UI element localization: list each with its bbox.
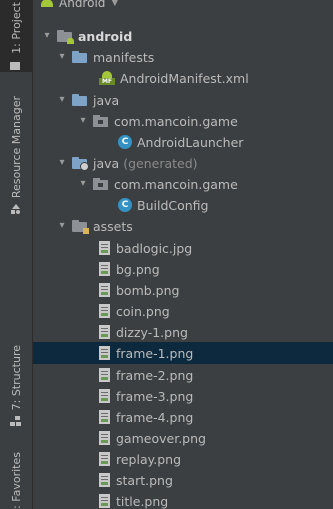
assets-folder-icon bbox=[72, 219, 89, 234]
tree-node-label: android bbox=[78, 28, 133, 44]
tree-node-java[interactable]: ▾ java bbox=[33, 89, 333, 111]
tree-node-file[interactable]: start.png bbox=[33, 469, 333, 491]
chevron-down-icon[interactable]: ▾ bbox=[56, 220, 68, 232]
module-folder-icon bbox=[57, 29, 74, 44]
image-file-icon bbox=[99, 494, 110, 508]
project-view-selector[interactable]: Android ▼ bbox=[33, 0, 118, 13]
tool-window-stripe: 1: Project Resource Manager 7: Structure… bbox=[0, 0, 33, 509]
tree-node-java-generated[interactable]: ▾ java (generated) bbox=[33, 152, 333, 174]
image-file-icon bbox=[99, 410, 110, 424]
chevron-down-icon: ▼ bbox=[111, 0, 119, 8]
shapes-icon bbox=[10, 204, 22, 216]
chevron-down-icon[interactable]: ▾ bbox=[56, 51, 68, 63]
manifest-file-icon: MF bbox=[99, 71, 115, 85]
tree-node-label: assets bbox=[93, 218, 133, 234]
generated-source-folder-icon bbox=[72, 156, 89, 171]
tree-node-file[interactable]: bg.png bbox=[33, 258, 333, 280]
tree-node-file-selected[interactable]: frame-1.png bbox=[33, 342, 333, 364]
folder-icon bbox=[72, 50, 88, 64]
tree-node-label: gameover.png bbox=[116, 430, 206, 446]
tree-node-android-manifest[interactable]: MF AndroidManifest.xml bbox=[33, 67, 333, 89]
tree-node-file[interactable]: title.png bbox=[33, 490, 333, 509]
tab-structure-label: 7: Structure bbox=[9, 345, 23, 411]
tab-structure[interactable]: 7: Structure bbox=[0, 345, 32, 440]
tab-resource-manager[interactable]: Resource Manager bbox=[0, 96, 32, 220]
tree-node-package-generated[interactable]: ▾ com.mancoin.game bbox=[33, 173, 333, 195]
tree-node-package[interactable]: ▾ com.mancoin.game bbox=[33, 110, 333, 132]
chevron-down-icon[interactable]: ▾ bbox=[56, 94, 68, 106]
tree-node-label: com.mancoin.game bbox=[114, 176, 238, 192]
image-file-icon bbox=[99, 452, 110, 466]
android-icon bbox=[41, 0, 53, 7]
tree-node-file[interactable]: bomb.png bbox=[33, 279, 333, 301]
project-tool-window: 1: Project Resource Manager 7: Structure… bbox=[0, 0, 333, 509]
tree-node-label: java bbox=[93, 155, 120, 171]
tree-node-file[interactable]: frame-2.png bbox=[33, 364, 333, 386]
image-file-icon bbox=[99, 346, 110, 360]
image-file-icon bbox=[99, 389, 110, 403]
project-view-label: Android bbox=[59, 0, 106, 10]
tree-node-label: title.png bbox=[116, 493, 169, 509]
tree-node-label: frame-1.png bbox=[116, 345, 194, 361]
tree-node-label: frame-4.png bbox=[116, 409, 194, 425]
tree-node-label: coin.png bbox=[116, 303, 170, 319]
image-file-icon bbox=[99, 304, 110, 318]
tree-node-file[interactable]: frame-4.png bbox=[33, 406, 333, 428]
source-folder-icon bbox=[72, 93, 88, 107]
tree-node-label: BuildConfig bbox=[137, 197, 209, 213]
tree-node-file[interactable]: badlogic.jpg bbox=[33, 237, 333, 259]
tab-project-label: 1: Project bbox=[9, 2, 23, 54]
tree-node-android-launcher[interactable]: C AndroidLauncher bbox=[33, 131, 333, 153]
generated-suffix: (generated) bbox=[123, 155, 198, 171]
package-icon bbox=[93, 177, 109, 191]
tab-resource-manager-label: Resource Manager bbox=[9, 96, 23, 199]
image-file-icon bbox=[99, 325, 110, 339]
chevron-down-icon[interactable]: ▾ bbox=[77, 178, 89, 190]
tree-node-label: java bbox=[93, 92, 120, 108]
tab-favorites[interactable]: 2: Favorites bbox=[0, 452, 32, 509]
tree-node-file[interactable]: dizzy-1.png bbox=[33, 321, 333, 343]
tree-node-label: start.png bbox=[116, 472, 173, 488]
tree-node-label: badlogic.jpg bbox=[116, 240, 193, 256]
chevron-down-icon[interactable]: ▾ bbox=[77, 115, 89, 127]
chevron-down-icon[interactable]: ▾ bbox=[56, 157, 68, 169]
image-file-icon bbox=[99, 473, 110, 487]
tree-node-assets[interactable]: ▾ assets bbox=[33, 215, 333, 237]
tree-node-label: AndroidManifest.xml bbox=[120, 70, 249, 86]
image-file-icon bbox=[99, 431, 110, 445]
tree-node-label: AndroidLauncher bbox=[137, 134, 244, 150]
tree-node-build-config[interactable]: C BuildConfig bbox=[33, 194, 333, 216]
tree-node-manifests[interactable]: ▾ manifests bbox=[33, 46, 333, 68]
tree-node-label: bg.png bbox=[116, 261, 160, 277]
tree-node-label: frame-3.png bbox=[116, 388, 194, 404]
image-file-icon bbox=[99, 262, 110, 276]
tree-node-file[interactable]: gameover.png bbox=[33, 427, 333, 449]
image-file-icon bbox=[99, 241, 110, 255]
package-icon bbox=[93, 114, 109, 128]
tree-node-label: bomb.png bbox=[116, 282, 180, 298]
tree-node-file[interactable]: replay.png bbox=[33, 448, 333, 470]
tree-node-label: com.mancoin.game bbox=[114, 113, 238, 129]
tree-node-label: manifests bbox=[93, 49, 155, 65]
chevron-down-icon[interactable]: ▾ bbox=[41, 30, 53, 42]
tree-node-label: dizzy-1.png bbox=[116, 324, 188, 340]
project-tree: Android ▼ ▾ android ▾ manifests MF Andro… bbox=[33, 0, 333, 509]
tree-node-label: frame-2.png bbox=[116, 367, 194, 383]
tree-node-file[interactable]: coin.png bbox=[33, 300, 333, 322]
class-icon: C bbox=[118, 135, 132, 149]
tab-project[interactable]: 1: Project bbox=[0, 0, 32, 72]
image-file-icon bbox=[99, 368, 110, 382]
tab-favorites-label: 2: Favorites bbox=[9, 452, 23, 509]
image-file-icon bbox=[99, 283, 110, 297]
structure-icon bbox=[10, 416, 22, 428]
tree-node-file[interactable]: frame-3.png bbox=[33, 385, 333, 407]
folder-icon bbox=[10, 60, 22, 72]
tree-node-android[interactable]: ▾ android bbox=[33, 25, 333, 47]
class-icon: C bbox=[118, 198, 132, 212]
tree-node-label: replay.png bbox=[116, 451, 182, 467]
